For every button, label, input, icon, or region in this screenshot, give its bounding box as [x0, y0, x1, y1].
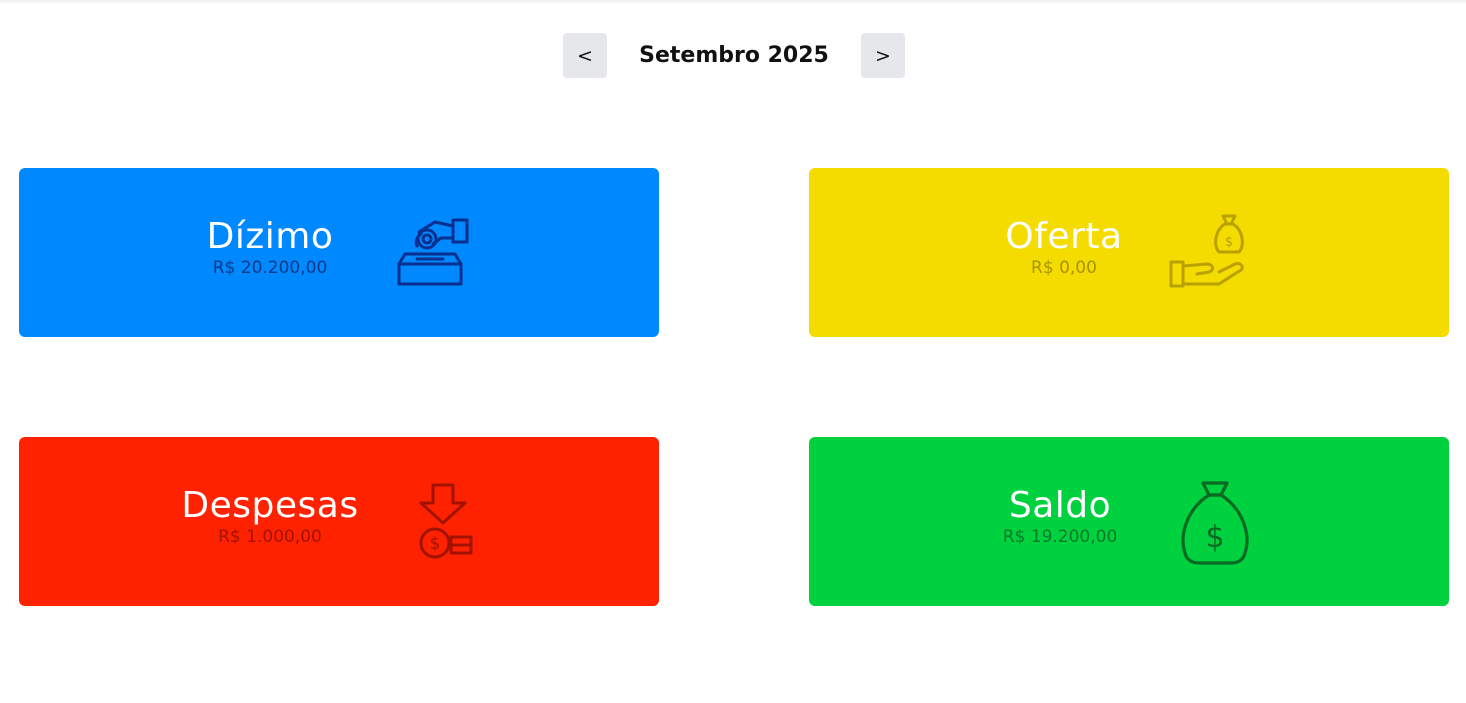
previous-month-button[interactable]: <	[563, 33, 607, 78]
saldo-card-text: Saldo R$ 19.200,00	[940, 481, 1180, 549]
current-month-label: Setembro 2025	[639, 43, 829, 68]
dizimo-title: Dízimo	[206, 216, 334, 257]
oferta-title: Oferta	[1005, 216, 1123, 257]
svg-text:$: $	[1225, 235, 1233, 250]
saldo-title: Saldo	[1008, 485, 1112, 526]
despesas-title: Despesas	[181, 485, 359, 526]
hand-money-bag-icon: $	[1167, 212, 1251, 296]
despesas-card[interactable]: Despesas R$ 1.000,00 $	[19, 437, 659, 606]
dizimo-value: R$ 20.200,00	[212, 258, 328, 278]
dizimo-card-text: Dízimo R$ 20.200,00	[150, 212, 390, 280]
saldo-value: R$ 19.200,00	[1002, 527, 1118, 547]
oferta-card[interactable]: Oferta R$ 0,00 $	[809, 168, 1449, 337]
oferta-card-text: Oferta R$ 0,00	[944, 212, 1184, 280]
saldo-card[interactable]: Saldo R$ 19.200,00 $	[809, 437, 1449, 606]
next-month-button[interactable]: >	[861, 33, 905, 78]
dizimo-card[interactable]: Dízimo R$ 20.200,00	[19, 168, 659, 337]
money-bag-icon: $	[1173, 481, 1257, 565]
svg-text:$: $	[430, 534, 441, 554]
oferta-value: R$ 0,00	[1031, 258, 1097, 278]
despesas-card-text: Despesas R$ 1.000,00	[150, 481, 390, 549]
svg-text:$: $	[1205, 520, 1224, 555]
hand-coin-box-icon	[389, 212, 473, 296]
month-navigator: < Setembro 2025 >	[0, 33, 1466, 78]
arrow-down-coins-icon: $	[411, 481, 495, 565]
top-bar-shadow	[0, 0, 1466, 4]
